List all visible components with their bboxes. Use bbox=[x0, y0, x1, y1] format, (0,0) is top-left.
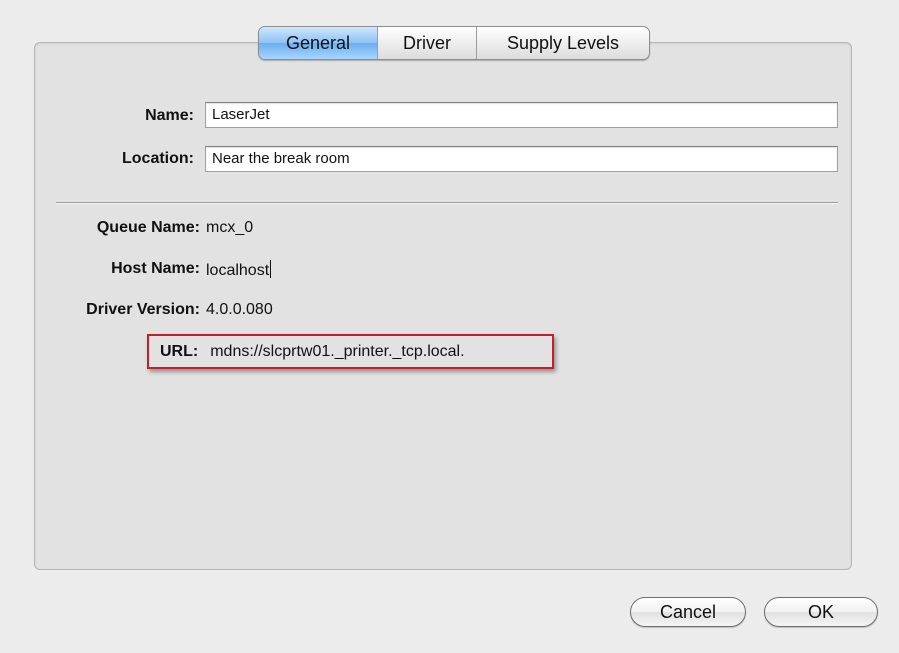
ok-button[interactable]: OK bbox=[764, 597, 878, 627]
queue-name-label: Queue Name: bbox=[96, 219, 200, 236]
tab-supply-levels[interactable]: Supply Levels bbox=[476, 27, 649, 59]
queue-name-value: mcx_0 bbox=[206, 219, 254, 236]
host-name-field[interactable]: localhost bbox=[206, 260, 272, 280]
name-label: Name: bbox=[145, 107, 194, 124]
location-field[interactable] bbox=[205, 146, 838, 172]
tab-driver[interactable]: Driver bbox=[377, 27, 476, 59]
location-label: Location: bbox=[122, 150, 194, 167]
tab-general[interactable]: General bbox=[259, 27, 377, 59]
tab-bar: General Driver Supply Levels bbox=[258, 26, 650, 60]
text-cursor bbox=[270, 260, 272, 278]
host-name-label: Host Name: bbox=[111, 260, 200, 277]
driver-version-value: 4.0.0.080 bbox=[206, 301, 273, 318]
host-name-value: localhost bbox=[206, 262, 270, 279]
url-value: mdns://slcprtw01._printer._tcp.local. bbox=[210, 342, 465, 360]
cancel-button[interactable]: Cancel bbox=[630, 597, 746, 627]
divider bbox=[56, 202, 838, 204]
driver-version-label: Driver Version: bbox=[86, 301, 200, 318]
name-field[interactable] bbox=[205, 102, 838, 128]
url-label: URL: bbox=[160, 342, 199, 360]
url-highlight-box: URL: mdns://slcprtw01._printer._tcp.loca… bbox=[147, 334, 554, 369]
